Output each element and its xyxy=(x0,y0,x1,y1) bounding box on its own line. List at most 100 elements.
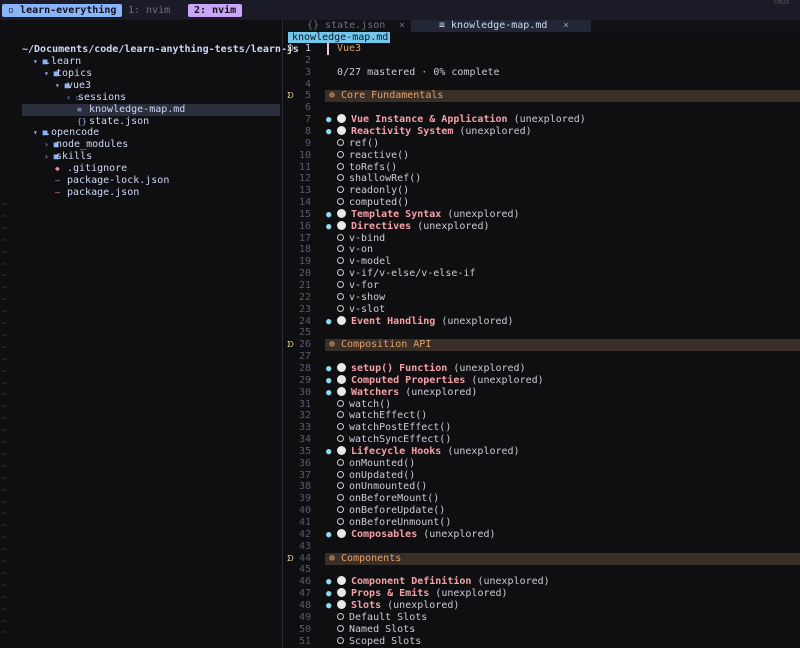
tree-item[interactable]: — package.json xyxy=(0,187,280,199)
editor-buffer[interactable]: ᗤ 1 Vue3 2 3 0/27 mastered · 0% complete 4 ᗤ 5 ⊕ … xyxy=(285,43,800,647)
editor-line[interactable]: 45 xyxy=(285,564,800,576)
editor-line[interactable]: 24 ● Event Handling (unexplored) xyxy=(285,315,800,328)
editor-line[interactable]: 17 v-bind xyxy=(285,233,800,245)
tree-item[interactable]: › ■ skills xyxy=(0,151,280,163)
bullet-icon xyxy=(337,494,344,502)
tmux-window-2[interactable]: 2: nvim xyxy=(188,4,243,17)
line-text: ⊕ Components xyxy=(329,553,401,565)
fold-icon[interactable]: ᗤ xyxy=(287,553,294,565)
editor-line[interactable]: 23 v-slot xyxy=(285,304,800,316)
status-circle-icon xyxy=(337,445,346,455)
editor-line[interactable]: ᗤ 26 ⊕ Composition API xyxy=(285,339,800,352)
line-number: 30 xyxy=(298,386,311,398)
line-number: 31 xyxy=(298,398,311,410)
tree-item[interactable]: ▾ ■ .opencode xyxy=(0,127,280,139)
line-segment: v-for xyxy=(349,280,380,291)
editor-line[interactable]: 8 ● Reactivity System (unexplored) xyxy=(285,125,800,138)
editor-line[interactable]: 22 v-show xyxy=(285,292,800,304)
editor-line[interactable]: 16 ● Directives (unexplored) xyxy=(285,220,800,233)
tree-item[interactable]: {} state.json xyxy=(0,116,280,128)
editor-line[interactable]: 37 onUpdated() xyxy=(285,470,800,482)
editor-line[interactable]: 11 toRefs() xyxy=(285,162,800,174)
editor-line[interactable]: 41 onBeforeUnmount() xyxy=(285,517,800,529)
tree-item[interactable]: › ▫ sessions xyxy=(0,92,280,104)
editor-line[interactable]: 35 ● Lifecycle Hooks (unexplored) xyxy=(285,445,800,458)
editor-line[interactable]: 15 ● Template Syntax (unexplored) xyxy=(285,208,800,221)
tree-item[interactable]: ▾ ■ .learn xyxy=(0,56,280,68)
line-text: readonly() xyxy=(337,185,409,197)
editor-line[interactable]: 9 ref() xyxy=(285,138,800,150)
editor-line[interactable]: 2 xyxy=(285,55,800,67)
editor-line[interactable]: 19 v-model xyxy=(285,256,800,268)
editor-line[interactable]: 27 xyxy=(285,351,800,363)
status-circle-icon xyxy=(337,220,346,230)
file-explorer: ~/Documents/code/learn-anything-tests/le… xyxy=(0,20,299,647)
line-segment: onBeforeUpdate() xyxy=(349,505,446,517)
line-number: 25 xyxy=(298,327,311,339)
editor-line[interactable]: 29 ● Computed Properties (unexplored) xyxy=(285,374,800,387)
editor-line[interactable]: 34 watchSyncEffect() xyxy=(285,434,800,446)
line-segment: toRefs() xyxy=(349,161,398,173)
close-icon[interactable]: × xyxy=(399,20,405,32)
empty-line-marker: ~ xyxy=(2,200,8,210)
editor-line[interactable]: 33 watchPostEffect() xyxy=(285,422,800,434)
line-text: setup() Function (unexplored) xyxy=(337,362,526,375)
editor-line[interactable]: 40 onBeforeUpdate() xyxy=(285,505,800,517)
editor-line[interactable]: 51 Scoped Slots xyxy=(285,636,800,648)
editor-line[interactable]: 42 ● Composables (unexplored) xyxy=(285,528,800,541)
editor-line[interactable]: 13 readonly() xyxy=(285,185,800,197)
tree-item[interactable]: ◆ .gitignore xyxy=(0,163,280,175)
editor-line[interactable]: 20 v-if/v-else/v-else-if xyxy=(285,268,800,280)
line-number: 39 xyxy=(298,493,311,505)
editor-line[interactable]: 49 Default Slots xyxy=(285,612,800,624)
editor-line[interactable]: 50 Named Slots xyxy=(285,624,800,636)
editor-line[interactable]: 47 ● Props & Emits (unexplored) xyxy=(285,588,800,600)
fold-icon[interactable]: ᗤ xyxy=(287,339,294,351)
status-circle-icon xyxy=(337,576,346,586)
tab-state-json[interactable]: {} state.json xyxy=(307,20,385,32)
tree-item[interactable]: › ■ node_modules xyxy=(0,139,280,151)
editor-line[interactable]: 14 computed() xyxy=(285,197,800,209)
line-text: Component Definition (unexplored) xyxy=(337,576,550,588)
editor-line[interactable]: 36 onMounted() xyxy=(285,458,800,470)
fold-icon[interactable]: ᗤ xyxy=(287,90,294,102)
editor-line[interactable]: ᗤ 5 ⊕ Core Fundamentals xyxy=(285,90,800,103)
editor-line[interactable]: 32 watchEffect() xyxy=(285,410,800,422)
editor-line[interactable]: 6 xyxy=(285,102,800,114)
editor-line[interactable]: 3 0/27 mastered · 0% complete xyxy=(285,67,800,79)
empty-line-marker: ~ xyxy=(2,568,8,579)
tree-item[interactable]: — package-lock.json xyxy=(0,175,280,187)
editor-line[interactable]: 30 ● Watchers (unexplored) xyxy=(285,386,800,399)
editor-line[interactable]: 28 ● setup() Function (unexplored) xyxy=(285,362,800,375)
tree-item[interactable]: ≡ knowledge-map.md xyxy=(22,103,280,116)
close-icon[interactable]: × xyxy=(563,20,569,32)
editor-line[interactable]: 46 ● Component Definition (unexplored) xyxy=(285,576,800,588)
tree-item[interactable]: ▾ ■ topics xyxy=(0,68,280,80)
line-text: watchPostEffect() xyxy=(337,422,451,434)
editor-line[interactable]: 38 onUnmounted() xyxy=(285,481,800,493)
empty-line-marker: ~ xyxy=(2,390,8,401)
tree-item[interactable]: ▾ ■ vue3 xyxy=(0,80,280,92)
editor-line[interactable]: 31 watch() xyxy=(285,399,800,411)
line-number: 8 xyxy=(304,125,311,137)
editor-line[interactable]: 10 reactive() xyxy=(285,150,800,162)
editor-line[interactable]: 12 shallowRef() xyxy=(285,173,800,185)
editor-line[interactable]: 4 xyxy=(285,79,800,91)
editor-line[interactable]: ᗤ 1 Vue3 xyxy=(285,43,800,55)
tmux-window-1[interactable]: 1: nvim xyxy=(122,4,176,17)
editor-line[interactable]: 7 ● Vue Instance & Application (unexplored… xyxy=(285,114,800,126)
editor-line[interactable]: 25 xyxy=(285,327,800,339)
empty-line-marker: ~ xyxy=(2,259,8,270)
fold-icon[interactable]: ᗤ xyxy=(287,43,294,55)
tmux-session-tab[interactable]: ▫ learn-everything xyxy=(2,4,123,17)
line-number: 27 xyxy=(298,351,311,363)
line-number: 18 xyxy=(298,244,311,256)
editor-line[interactable]: 48 ● Slots (unexplored) xyxy=(285,599,800,612)
editor-line[interactable]: 39 onBeforeMount() xyxy=(285,493,800,505)
topic-title: Directives xyxy=(351,220,412,232)
editor-line[interactable]: 21 v-for xyxy=(285,280,800,292)
editor-line[interactable]: 18 v-on xyxy=(285,244,800,256)
bullet-icon xyxy=(337,636,344,644)
editor-line[interactable]: 43 xyxy=(285,541,800,553)
editor-line[interactable]: ᗤ 44 ⊕ Components xyxy=(285,552,800,565)
